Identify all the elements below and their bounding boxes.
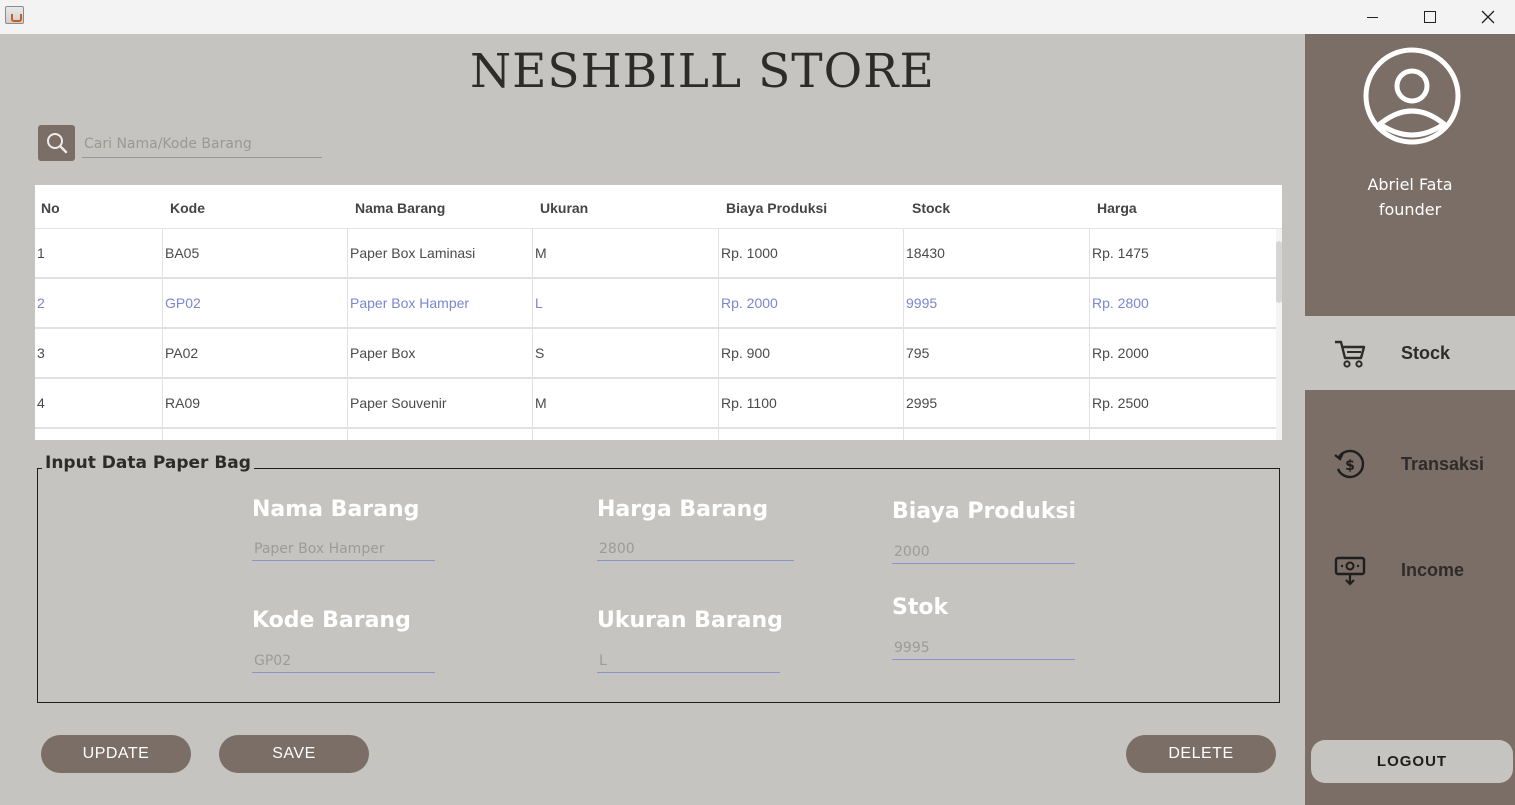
close-button[interactable] bbox=[1459, 0, 1515, 34]
harga-barang-label: Harga Barang bbox=[597, 497, 769, 522]
column-header-kode[interactable]: Kode bbox=[170, 200, 205, 216]
ukuran-barang-label: Ukuran Barang bbox=[597, 608, 783, 633]
stok-label: Stok bbox=[892, 595, 949, 620]
cart-icon bbox=[1335, 340, 1366, 368]
svg-text:$: $ bbox=[1345, 458, 1355, 474]
search-icon bbox=[46, 133, 67, 154]
cell-kode: GP02 bbox=[163, 279, 348, 327]
cell-no: 2 bbox=[35, 279, 163, 327]
sidebar bbox=[1305, 34, 1515, 805]
cell-harga: Rp. 1475 bbox=[1092, 245, 1149, 261]
nama-barang-label: Nama Barang bbox=[252, 497, 420, 522]
cell-harga: Rp. 2000 bbox=[1092, 345, 1149, 361]
window-titlebar bbox=[0, 0, 1515, 34]
nama-barang-field[interactable] bbox=[252, 537, 435, 561]
cell-stock: 9995 bbox=[904, 279, 1090, 327]
cell-partial bbox=[904, 429, 1090, 440]
cell-no: 4 bbox=[35, 379, 163, 427]
cell-partial bbox=[35, 429, 163, 440]
user-role: founder bbox=[1378, 200, 1442, 219]
user-name: Abriel Fata bbox=[1367, 175, 1453, 194]
table-row-partial[interactable] bbox=[35, 429, 1276, 440]
cell-biaya-produksi: Rp. 1000 bbox=[719, 229, 904, 277]
sidebar-item-stock[interactable]: Stock bbox=[1305, 316, 1515, 390]
cell-kode: PA02 bbox=[163, 329, 348, 377]
table-row[interactable]: 4 RA09 Paper Souvenir M Rp. 1100 2995 Rp… bbox=[35, 379, 1276, 429]
kode-barang-label: Kode Barang bbox=[252, 608, 411, 633]
cell-biaya-produksi: Rp. 1100 bbox=[719, 379, 904, 427]
cell-harga: Rp. 2800 bbox=[1092, 295, 1149, 311]
table-row[interactable]: 3 PA02 Paper Box S Rp. 900 795 Rp. 2000 bbox=[35, 329, 1276, 379]
minimize-icon bbox=[1366, 16, 1378, 18]
stok-field[interactable] bbox=[892, 636, 1075, 660]
ukuran-barang-field[interactable] bbox=[597, 649, 780, 673]
maximize-button[interactable] bbox=[1401, 0, 1459, 34]
close-icon bbox=[1481, 10, 1495, 24]
cell-biaya-produksi: Rp. 900 bbox=[719, 329, 904, 377]
cell-stock: 18430 bbox=[904, 229, 1090, 277]
table-row[interactable]: 1 BA05 Paper Box Laminasi M Rp. 1000 184… bbox=[35, 229, 1276, 279]
biaya-produksi-label: Biaya Produksi bbox=[892, 499, 1077, 524]
cell-ukuran: M bbox=[533, 379, 719, 427]
cell-ukuran: M bbox=[533, 229, 719, 277]
sidebar-item-transaksi[interactable]: $ Transaksi bbox=[1305, 427, 1515, 501]
cell-no: 1 bbox=[35, 229, 163, 277]
form-legend: Input Data Paper Bag bbox=[42, 453, 254, 473]
cell-partial bbox=[533, 429, 719, 440]
maximize-icon bbox=[1424, 11, 1436, 23]
biaya-produksi-field[interactable] bbox=[892, 540, 1075, 564]
table-header: No Kode Nama Barang Ukuran Biaya Produks… bbox=[35, 185, 1282, 229]
java-app-icon bbox=[5, 6, 24, 24]
sidebar-item-label: Income bbox=[1401, 560, 1465, 580]
column-header-harga[interactable]: Harga bbox=[1097, 200, 1137, 216]
cell-stock: 2995 bbox=[904, 379, 1090, 427]
cell-ukuran: S bbox=[533, 329, 719, 377]
harga-barang-field[interactable] bbox=[597, 537, 794, 561]
logout-button[interactable]: LOGOUT bbox=[1311, 740, 1513, 783]
cell-kode: BA05 bbox=[163, 229, 348, 277]
page-title: NESHBILL STORE bbox=[470, 44, 935, 99]
table-row-selected[interactable]: 2 GP02 Paper Box Hamper L Rp. 2000 9995 … bbox=[35, 279, 1276, 329]
column-header-biaya-produksi[interactable]: Biaya Produksi bbox=[726, 200, 827, 216]
search-button[interactable] bbox=[38, 125, 75, 161]
sidebar-item-label: Transaksi bbox=[1401, 454, 1485, 474]
cell-biaya-produksi: Rp. 2000 bbox=[719, 279, 904, 327]
kode-barang-field[interactable] bbox=[252, 649, 435, 673]
table-scrollbar-thumb[interactable] bbox=[1276, 241, 1282, 303]
save-button[interactable]: SAVE bbox=[219, 735, 369, 773]
user-avatar-icon bbox=[1363, 47, 1461, 145]
column-header-no[interactable]: No bbox=[41, 200, 60, 216]
column-header-ukuran[interactable]: Ukuran bbox=[540, 200, 588, 216]
column-header-stock[interactable]: Stock bbox=[912, 200, 950, 216]
column-header-nama-barang[interactable]: Nama Barang bbox=[355, 200, 445, 216]
cell-ukuran: L bbox=[533, 279, 719, 327]
cell-stock: 795 bbox=[904, 329, 1090, 377]
cell-partial bbox=[719, 429, 904, 440]
cell-nama-barang: Paper Box Hamper bbox=[348, 279, 533, 327]
cell-kode: RA09 bbox=[163, 379, 348, 427]
delete-button[interactable]: DELETE bbox=[1126, 735, 1276, 773]
cell-harga: Rp. 2500 bbox=[1092, 395, 1149, 411]
cell-nama-barang: Paper Souvenir bbox=[348, 379, 533, 427]
cell-nama-barang: Paper Box Laminasi bbox=[348, 229, 533, 277]
stock-table: No Kode Nama Barang Ukuran Biaya Produks… bbox=[35, 185, 1282, 440]
cash-withdraw-icon bbox=[1334, 556, 1366, 586]
update-button[interactable]: UPDATE bbox=[41, 735, 191, 773]
cell-partial bbox=[348, 429, 533, 440]
sidebar-item-income[interactable]: Income bbox=[1305, 533, 1515, 607]
cell-partial bbox=[163, 429, 348, 440]
cell-nama-barang: Paper Box bbox=[348, 329, 533, 377]
sidebar-item-label: Stock bbox=[1401, 343, 1451, 363]
money-history-icon: $ bbox=[1334, 449, 1365, 479]
search-input[interactable] bbox=[82, 131, 322, 158]
minimize-button[interactable] bbox=[1343, 0, 1401, 34]
cell-no: 3 bbox=[35, 329, 163, 377]
